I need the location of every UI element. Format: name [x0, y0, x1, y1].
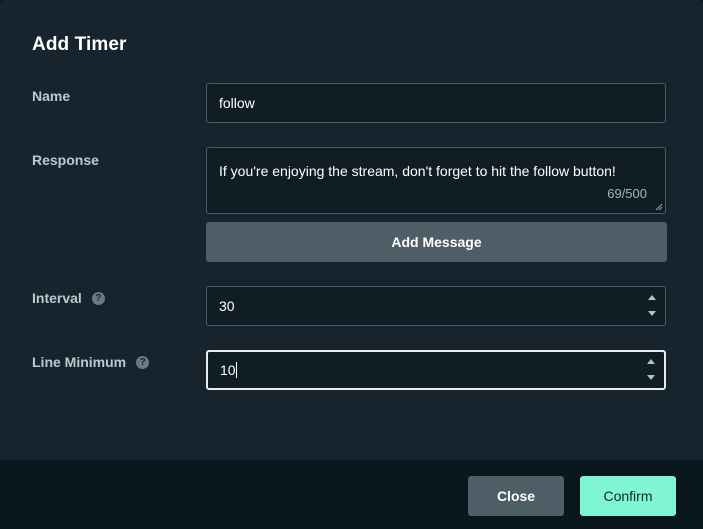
- interval-label-text: Interval: [32, 290, 82, 306]
- line-minimum-increment-icon[interactable]: [647, 359, 655, 364]
- close-button[interactable]: Close: [468, 476, 564, 516]
- interval-input-value: 30: [219, 298, 235, 314]
- line-minimum-value-text: 10: [220, 362, 236, 378]
- interval-decrement-icon[interactable]: [648, 311, 656, 316]
- add-message-button-label: Add Message: [391, 234, 482, 250]
- confirm-button-label: Confirm: [603, 488, 653, 504]
- name-label: Name: [32, 88, 70, 104]
- response-label-text: Response: [32, 152, 99, 168]
- line-minimum-label-text: Line Minimum: [32, 354, 127, 370]
- character-counter: 69/500: [607, 186, 647, 201]
- add-timer-dialog: Add Timer Name follow Response If you're…: [0, 0, 703, 529]
- dialog-footer: Close Confirm: [0, 460, 703, 529]
- line-minimum-label: Line Minimum ?: [32, 354, 150, 370]
- line-minimum-number-input[interactable]: 10: [206, 350, 666, 390]
- resize-grip-icon[interactable]: [655, 203, 663, 211]
- name-input-value: follow: [219, 95, 255, 111]
- interval-help-icon[interactable]: ?: [91, 291, 105, 305]
- confirm-button[interactable]: Confirm: [580, 476, 676, 516]
- interval-spinner[interactable]: [647, 293, 657, 319]
- response-textarea[interactable]: If you're enjoying the stream, don't for…: [206, 147, 666, 214]
- close-button-label: Close: [496, 488, 536, 504]
- response-label: Response: [32, 152, 99, 168]
- line-minimum-input-value: 10: [220, 362, 237, 378]
- line-minimum-spinner[interactable]: [646, 357, 656, 383]
- add-message-button[interactable]: Add Message: [206, 222, 667, 262]
- response-textarea-value: If you're enjoying the stream, don't for…: [219, 163, 616, 179]
- line-minimum-decrement-icon[interactable]: [647, 375, 655, 380]
- interval-increment-icon[interactable]: [648, 295, 656, 300]
- interval-label: Interval ?: [32, 290, 105, 306]
- name-label-text: Name: [32, 88, 71, 104]
- name-input[interactable]: follow: [206, 83, 666, 123]
- dialog-title: Add Timer: [32, 34, 127, 55]
- text-caret: [235, 362, 237, 378]
- line-minimum-help-icon[interactable]: ?: [136, 355, 150, 369]
- interval-number-input[interactable]: 30: [206, 286, 666, 326]
